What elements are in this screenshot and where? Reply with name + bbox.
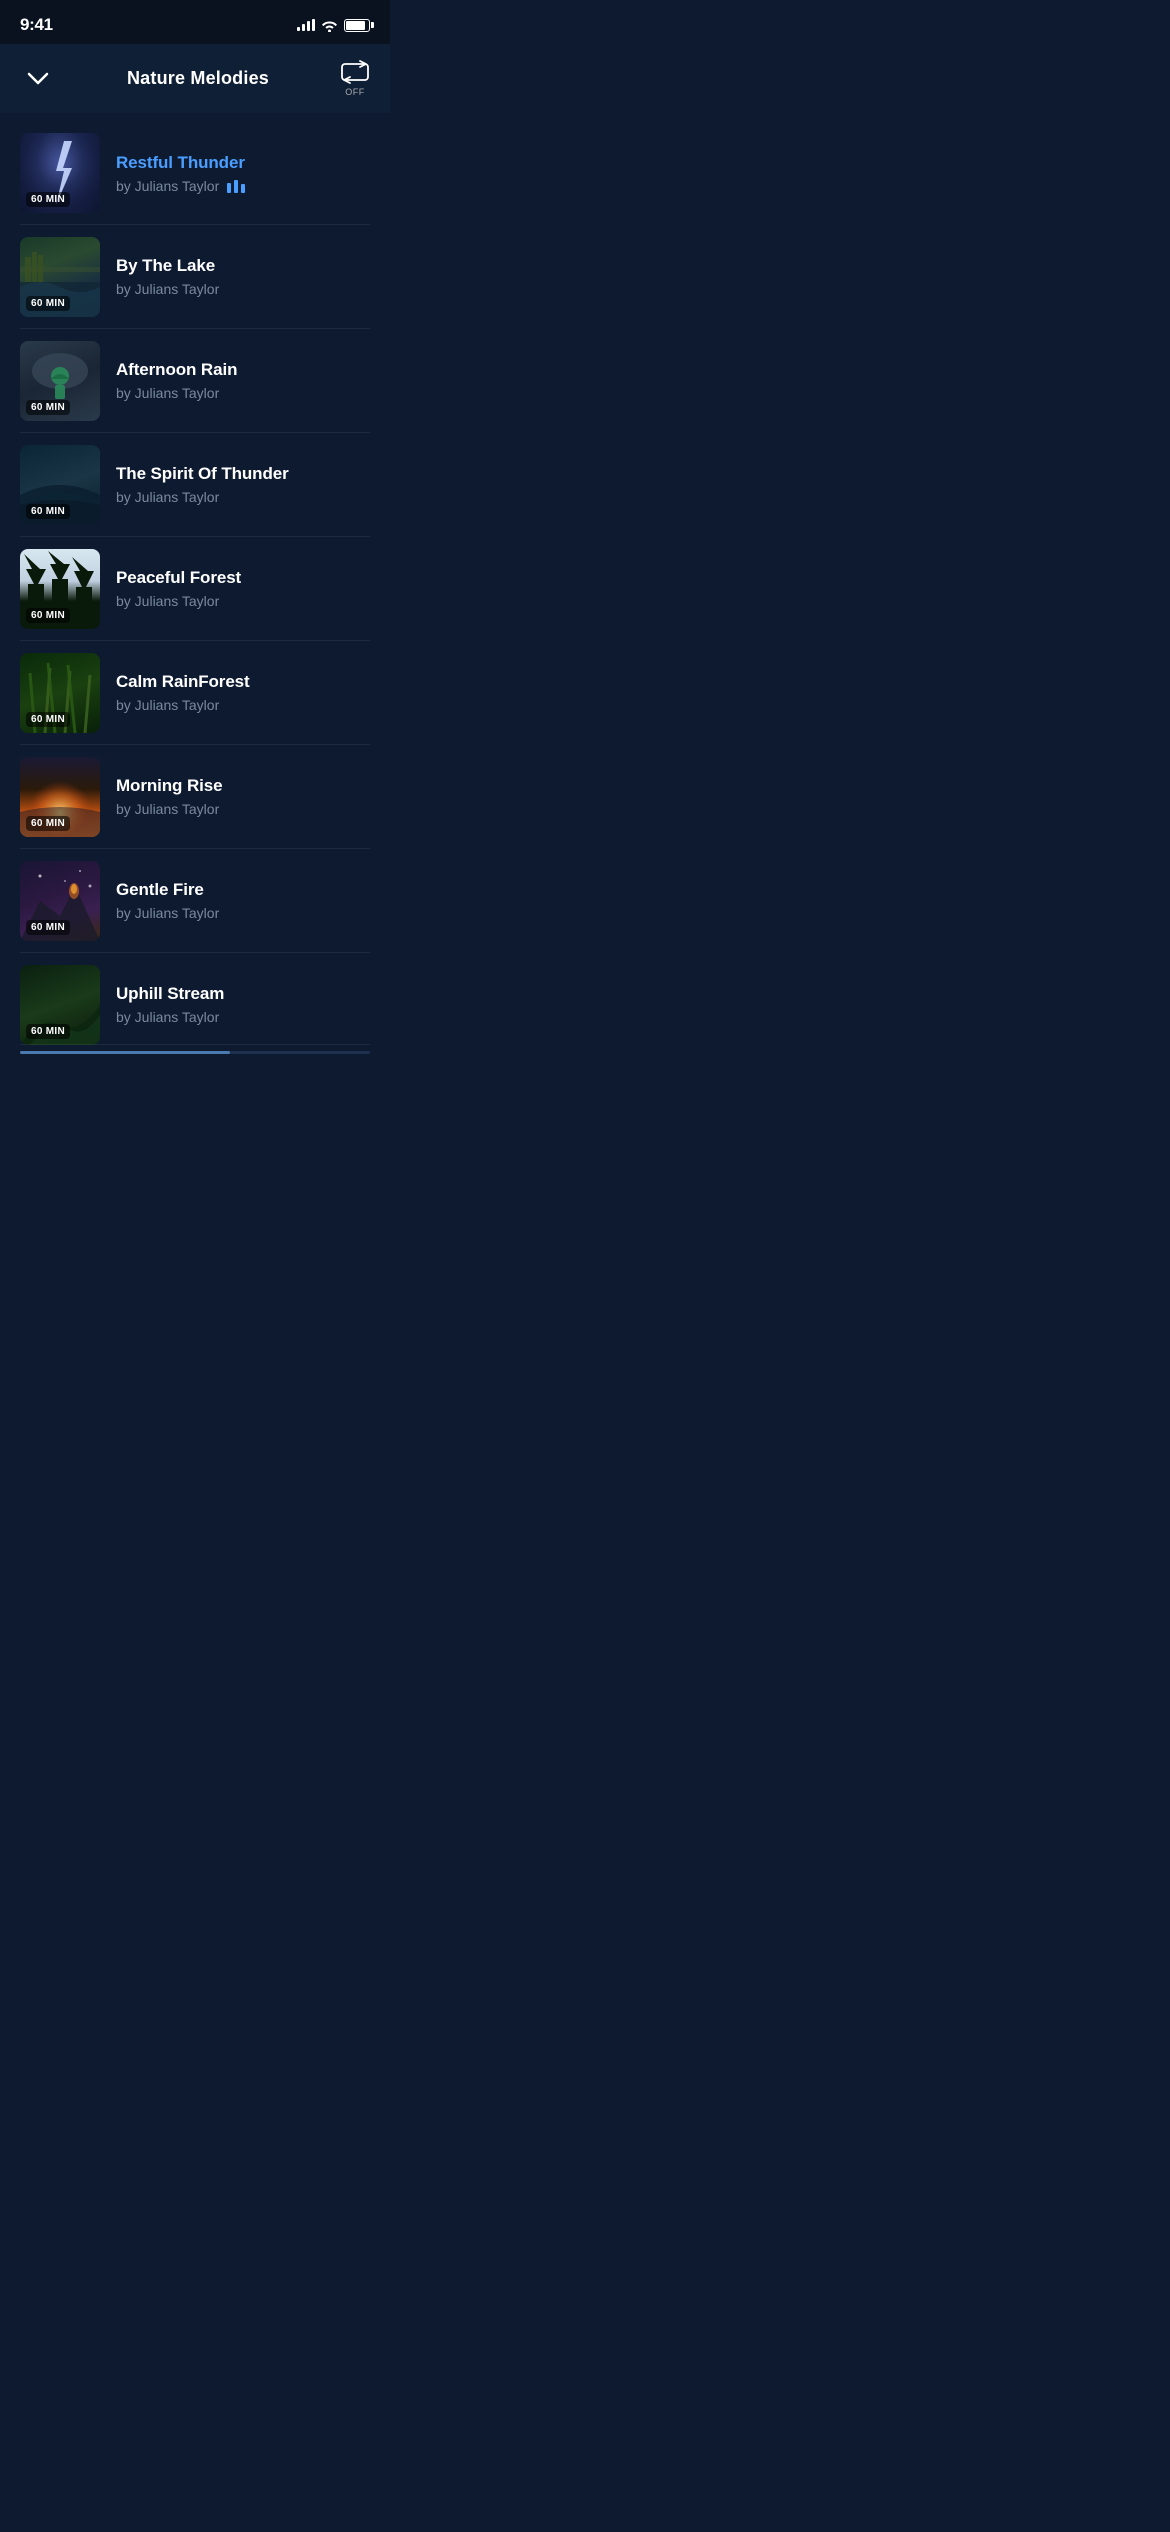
repeat-label: OFF	[345, 87, 365, 97]
track-thumbnail: 60 MIN	[20, 757, 100, 837]
scroll-progress-fill	[20, 1051, 230, 1054]
duration-badge: 60 MIN	[26, 504, 70, 519]
list-item[interactable]: 60 MIN Afternoon Rain by Julians Taylor	[0, 329, 390, 433]
scroll-progress-bar	[20, 1051, 370, 1054]
status-time: 9:41	[20, 15, 53, 35]
track-info: Peaceful Forest by Julians Taylor	[116, 568, 370, 611]
track-title: Gentle Fire	[116, 880, 370, 900]
track-artist: by Julians Taylor	[116, 905, 219, 921]
track-info: By The Lake by Julians Taylor	[116, 256, 370, 299]
track-info: Uphill Stream by Julians Taylor	[116, 984, 370, 1027]
page-title: Nature Melodies	[127, 68, 269, 89]
track-title: Morning Rise	[116, 776, 370, 796]
signal-icon	[297, 19, 315, 31]
duration-badge: 60 MIN	[26, 712, 70, 727]
duration-badge: 60 MIN	[26, 296, 70, 311]
track-list: 60 MIN Restful Thunder by Julians Taylor	[0, 113, 390, 1066]
header: Nature Melodies OFF	[0, 44, 390, 113]
duration-badge: 60 MIN	[26, 1024, 70, 1039]
duration-badge: 60 MIN	[26, 920, 70, 935]
track-artist: by Julians Taylor	[116, 178, 219, 194]
repeat-button[interactable]: OFF	[340, 60, 370, 97]
track-thumbnail: 60 MIN	[20, 549, 100, 629]
track-thumbnail: 60 MIN	[20, 965, 100, 1045]
track-thumbnail: 60 MIN	[20, 237, 100, 317]
track-thumbnail: 60 MIN	[20, 861, 100, 941]
chevron-down-button[interactable]	[20, 61, 56, 97]
track-title: Restful Thunder	[116, 153, 370, 173]
track-info: Restful Thunder by Julians Taylor	[116, 153, 370, 194]
track-artist: by Julians Taylor	[116, 593, 219, 609]
track-artist: by Julians Taylor	[116, 281, 219, 297]
track-title: By The Lake	[116, 256, 370, 276]
track-thumbnail: 60 MIN	[20, 445, 100, 525]
track-title: The Spirit Of Thunder	[116, 464, 370, 484]
track-thumbnail: 60 MIN	[20, 133, 100, 213]
track-title: Calm RainForest	[116, 672, 370, 692]
list-item[interactable]: 60 MIN Calm RainForest by Julians Taylor	[0, 641, 390, 745]
list-item[interactable]: 60 MIN Uphill Stream by Julians Taylor	[0, 953, 390, 1045]
track-info: Calm RainForest by Julians Taylor	[116, 672, 370, 715]
track-artist: by Julians Taylor	[116, 697, 219, 713]
track-info: Afternoon Rain by Julians Taylor	[116, 360, 370, 403]
track-title: Uphill Stream	[116, 984, 370, 1004]
track-thumbnail: 60 MIN	[20, 341, 100, 421]
track-info: Morning Rise by Julians Taylor	[116, 776, 370, 819]
duration-badge: 60 MIN	[26, 400, 70, 415]
track-title: Afternoon Rain	[116, 360, 370, 380]
track-artist: by Julians Taylor	[116, 801, 219, 817]
battery-icon	[344, 19, 370, 32]
list-item[interactable]: 60 MIN The Spirit Of Thunder by Julians …	[0, 433, 390, 537]
wifi-icon	[321, 19, 338, 32]
list-item[interactable]: 60 MIN Gentle Fire by Julians Taylor	[0, 849, 390, 953]
list-item[interactable]: 60 MIN By The Lake by Julians Taylor	[0, 225, 390, 329]
list-item[interactable]: 60 MIN Restful Thunder by Julians Taylor	[0, 121, 390, 225]
track-info: Gentle Fire by Julians Taylor	[116, 880, 370, 923]
track-info: The Spirit Of Thunder by Julians Taylor	[116, 464, 370, 507]
list-item[interactable]: 60 MIN Peaceful Forest by Julians Taylor	[0, 537, 390, 641]
duration-badge: 60 MIN	[26, 816, 70, 831]
list-item[interactable]: 60 MIN Morning Rise by Julians Taylor	[0, 745, 390, 849]
track-title: Peaceful Forest	[116, 568, 370, 588]
duration-badge: 60 MIN	[26, 192, 70, 207]
track-artist: by Julians Taylor	[116, 385, 219, 401]
status-bar: 9:41	[0, 0, 390, 44]
playing-bars-icon	[227, 179, 245, 193]
track-artist: by Julians Taylor	[116, 1009, 219, 1025]
status-icons	[297, 19, 370, 32]
track-artist: by Julians Taylor	[116, 489, 219, 505]
repeat-icon	[340, 60, 370, 84]
duration-badge: 60 MIN	[26, 608, 70, 623]
track-thumbnail: 60 MIN	[20, 653, 100, 733]
